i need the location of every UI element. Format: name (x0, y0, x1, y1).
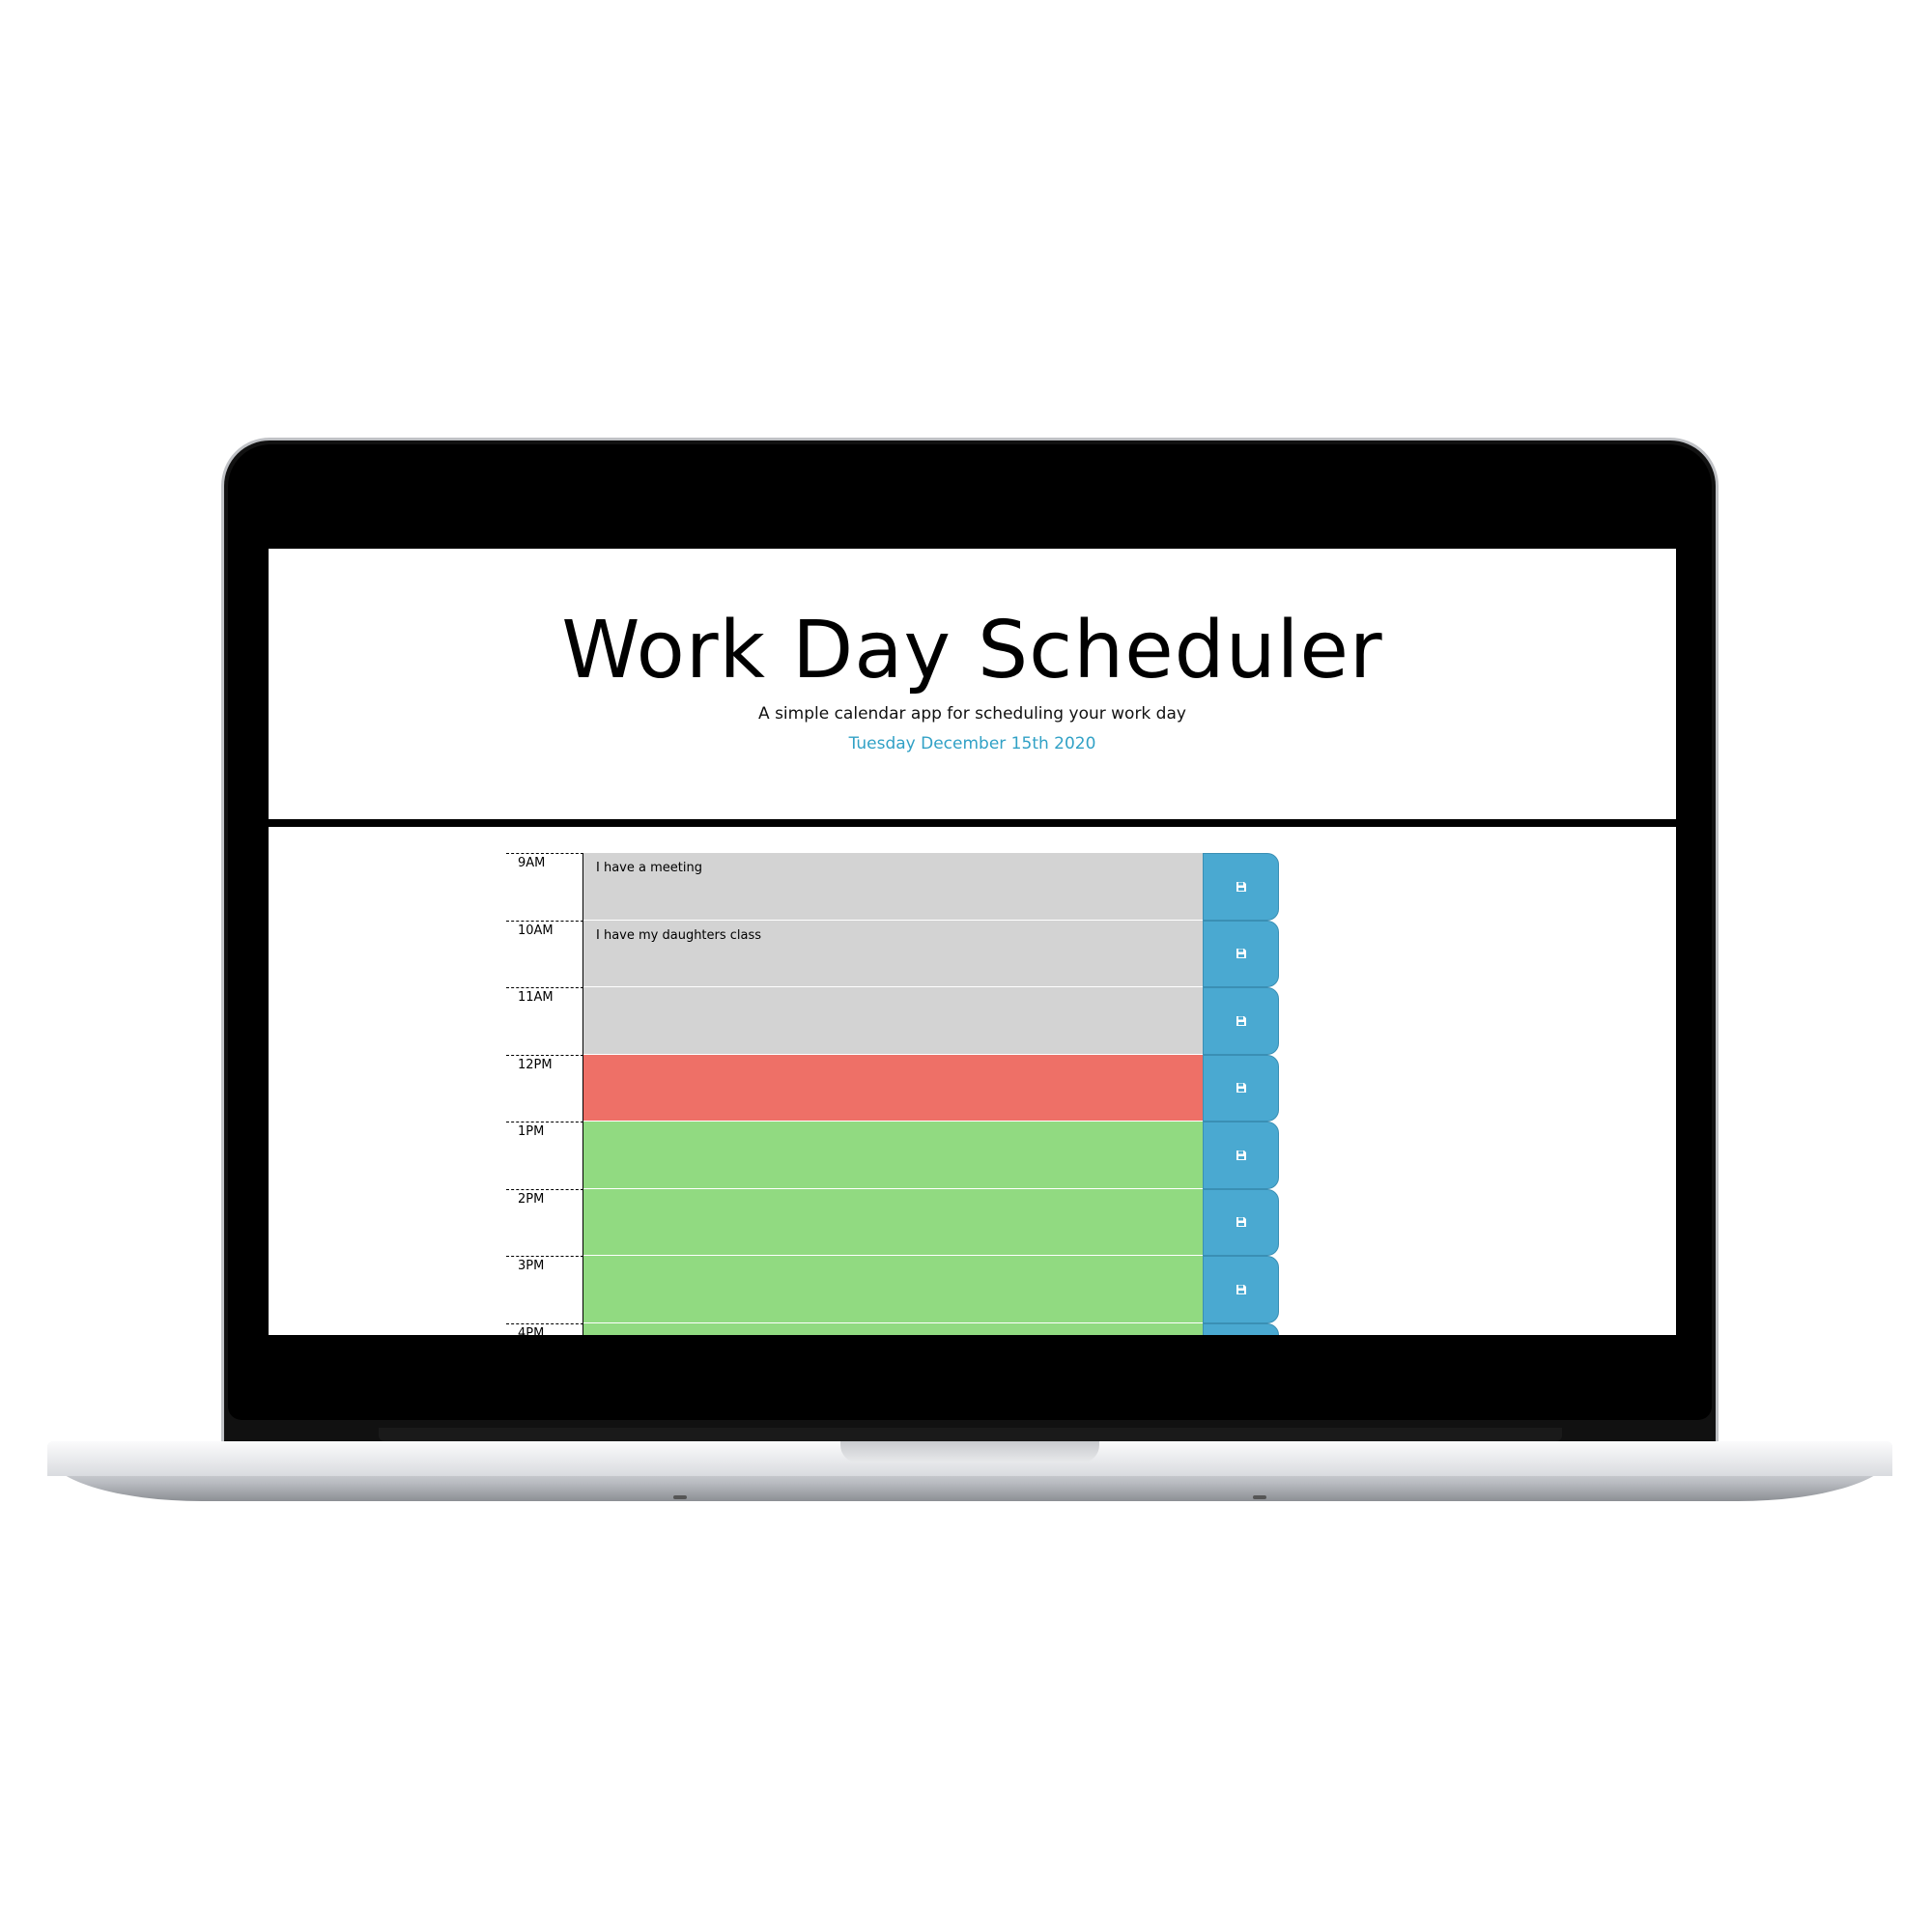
save-button[interactable] (1203, 1322, 1279, 1335)
description-input[interactable] (583, 1322, 1203, 1335)
laptop-foot-right (1253, 1495, 1266, 1499)
hour-label: 12PM (506, 1054, 583, 1122)
description-input[interactable] (583, 1188, 1203, 1256)
save-icon (1236, 949, 1246, 959)
time-block: 4PM (506, 1322, 1287, 1335)
save-icon (1236, 1150, 1246, 1160)
time-block: 9AM I have a meeting (506, 853, 1287, 921)
save-icon (1236, 881, 1246, 892)
save-icon (1236, 1284, 1246, 1294)
time-block-list: 9AM I have a meeting 10AM I have my daug… (506, 853, 1287, 1335)
time-block: 2PM (506, 1188, 1287, 1256)
screen: Work Day Scheduler A simple calendar app… (269, 549, 1676, 1335)
hour-label: 1PM (506, 1122, 583, 1189)
hour-label: 2PM (506, 1188, 583, 1256)
laptop-hinge (379, 1428, 1562, 1441)
time-block: 1PM (506, 1122, 1287, 1189)
time-block: 11AM (506, 987, 1287, 1055)
laptop-foot-left (673, 1495, 687, 1499)
description-input[interactable] (583, 1122, 1203, 1189)
save-button[interactable] (1203, 987, 1279, 1055)
save-icon (1236, 1083, 1246, 1094)
time-block: 10AM I have my daughters class (506, 920, 1287, 987)
hour-label: 4PM (506, 1322, 583, 1335)
current-date: Tuesday December 15th 2020 (848, 734, 1096, 753)
header: Work Day Scheduler A simple calendar app… (269, 549, 1676, 827)
hour-label: 10AM (506, 920, 583, 987)
page-subtitle: A simple calendar app for scheduling you… (758, 704, 1186, 724)
save-button[interactable] (1203, 1188, 1279, 1256)
description-input[interactable] (583, 987, 1203, 1055)
laptop-mockup: Work Day Scheduler A simple calendar app… (0, 0, 1932, 1932)
save-button[interactable] (1203, 1122, 1279, 1189)
hour-label: 11AM (506, 987, 583, 1055)
description-input[interactable] (583, 1054, 1203, 1122)
hour-label: 3PM (506, 1256, 583, 1323)
time-block: 12PM (506, 1054, 1287, 1122)
save-button[interactable] (1203, 853, 1279, 921)
save-icon (1236, 1015, 1246, 1026)
laptop-notch (840, 1441, 1099, 1463)
save-button[interactable] (1203, 1054, 1279, 1122)
save-button[interactable] (1203, 920, 1279, 987)
description-input[interactable]: I have a meeting (583, 853, 1203, 921)
description-input[interactable]: I have my daughters class (583, 920, 1203, 987)
save-icon (1236, 1217, 1246, 1228)
time-block: 3PM (506, 1256, 1287, 1323)
hour-label: 9AM (506, 853, 583, 921)
page-title: Work Day Scheduler (561, 605, 1383, 696)
save-button[interactable] (1203, 1256, 1279, 1323)
description-input[interactable] (583, 1256, 1203, 1323)
